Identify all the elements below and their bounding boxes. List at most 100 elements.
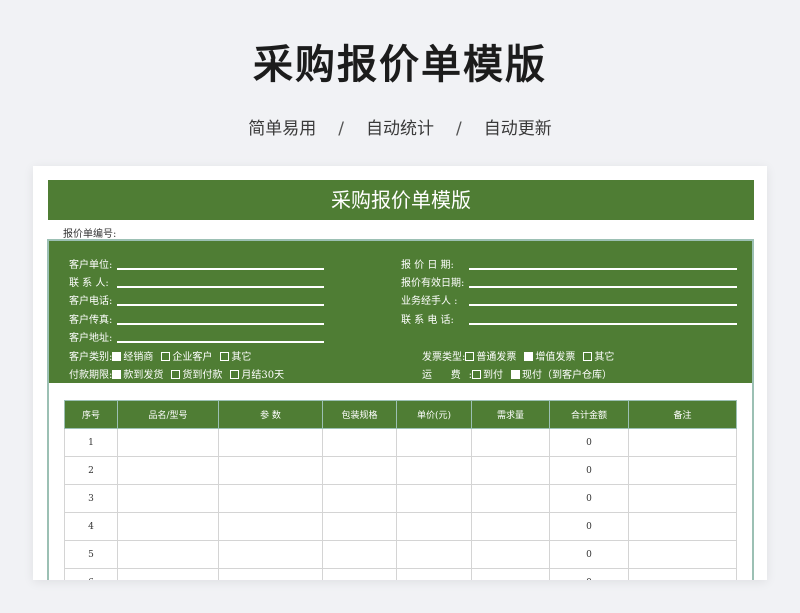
tag-easy: 简单易用	[248, 119, 317, 139]
table-cell[interactable]: 3	[64, 484, 118, 513]
table-cell[interactable]	[322, 568, 397, 580]
table-cell[interactable]	[471, 484, 550, 513]
field-underline[interactable]	[117, 268, 324, 270]
table-cell[interactable]	[396, 540, 472, 569]
table-cell[interactable]	[396, 512, 472, 541]
checkbox-normal-invoice[interactable]: 普通发票	[465, 352, 516, 363]
table-cell[interactable]	[471, 540, 550, 569]
table-cell[interactable]	[322, 428, 397, 457]
table-cell[interactable]	[396, 484, 472, 513]
col-header-quantity: 需求量	[471, 400, 550, 429]
table-cell[interactable]	[218, 568, 323, 580]
checkbox-icon[interactable]	[472, 370, 481, 379]
table-cell[interactable]	[117, 456, 219, 485]
col-header-total: 合计金额	[549, 400, 629, 429]
table-row: 30	[64, 484, 737, 513]
table-cell[interactable]	[471, 456, 550, 485]
form-frame: 客户单位: 联 系 人: 客户电话: 客户传真: 客户地址: 报 价 日 期: …	[47, 239, 754, 580]
table-cell[interactable]	[322, 512, 397, 541]
table-cell[interactable]: 4	[64, 512, 118, 541]
checked-box-icon[interactable]	[524, 352, 534, 361]
table-cell[interactable]: 0	[549, 512, 629, 541]
table-cell[interactable]	[218, 428, 323, 457]
field-underline[interactable]	[469, 268, 737, 270]
checkbox-vat-invoice[interactable]: 增值发票	[524, 352, 575, 363]
table-row: 50	[64, 540, 737, 569]
table-cell[interactable]	[396, 428, 472, 457]
table-cell[interactable]: 0	[549, 484, 629, 513]
table-cell[interactable]	[117, 512, 219, 541]
table-cell[interactable]	[322, 540, 397, 569]
option-label: 经销商	[123, 352, 154, 363]
table-cell[interactable]	[218, 540, 323, 569]
table-cell[interactable]: 5	[64, 540, 118, 569]
table-cell[interactable]: 1	[64, 428, 118, 457]
checkbox-dealer[interactable]: 经销商	[112, 352, 153, 363]
checkbox-icon[interactable]	[220, 352, 230, 361]
table-cell[interactable]	[117, 428, 219, 457]
checked-box-icon[interactable]	[112, 352, 122, 361]
checked-box-icon[interactable]	[112, 370, 122, 379]
table-cell[interactable]: 6	[64, 568, 118, 580]
field-label: 客户传真:	[69, 315, 113, 326]
checkbox-icon[interactable]	[171, 370, 181, 379]
option-label: 普通发票	[476, 352, 517, 363]
table-cell[interactable]	[628, 512, 737, 541]
table-cell[interactable]	[117, 484, 219, 513]
table-cell[interactable]: 0	[549, 568, 629, 580]
field-underline[interactable]	[117, 341, 324, 343]
field-underline[interactable]	[469, 304, 737, 306]
quote-number-label: 报价单编号:	[63, 229, 117, 240]
checkbox-enterprise[interactable]: 企业客户	[161, 352, 212, 363]
field-underline[interactable]	[117, 304, 324, 306]
table-cell[interactable]: 0	[549, 456, 629, 485]
table-cell[interactable]	[322, 484, 397, 513]
table-cell[interactable]	[628, 456, 737, 485]
field-underline[interactable]	[469, 323, 737, 325]
checkbox-other[interactable]: 其它	[220, 352, 251, 363]
table-cell[interactable]	[628, 540, 737, 569]
table-cell[interactable]	[471, 428, 550, 457]
option-label: 企业客户	[172, 352, 213, 363]
table-cell[interactable]: 0	[549, 540, 629, 569]
checkbox-other-invoice[interactable]: 其它	[583, 352, 614, 363]
checkbox-icon[interactable]	[583, 352, 593, 361]
table-row: 60	[64, 568, 737, 580]
field-underline[interactable]	[469, 286, 737, 288]
table-cell[interactable]	[628, 568, 737, 580]
checkbox-pay-before-ship[interactable]: 款到发货	[112, 370, 163, 381]
option-label: 月结30天	[241, 370, 285, 381]
table-cell[interactable]	[396, 568, 472, 580]
table-row: 20	[64, 456, 737, 485]
table-cell[interactable]	[218, 456, 323, 485]
table-cell[interactable]	[117, 568, 219, 580]
table-cell[interactable]	[396, 456, 472, 485]
table-cell[interactable]	[471, 568, 550, 580]
field-underline[interactable]	[117, 323, 324, 325]
table-cell[interactable]: 0	[549, 428, 629, 457]
table-cell[interactable]	[117, 540, 219, 569]
table-cell[interactable]: 2	[64, 456, 118, 485]
tag-separator: /	[338, 119, 344, 139]
option-label: 到付	[483, 370, 503, 381]
field-underline[interactable]	[117, 286, 324, 288]
table-cell[interactable]	[218, 484, 323, 513]
table-cell[interactable]	[322, 456, 397, 485]
page-title: 采购报价单模版	[253, 42, 547, 88]
checkbox-icon[interactable]	[230, 370, 240, 379]
table-cell[interactable]	[471, 512, 550, 541]
checkbox-freight-collect[interactable]: 到付	[472, 370, 503, 381]
table-cell[interactable]	[628, 484, 737, 513]
checkbox-monthly-30[interactable]: 月结30天	[230, 370, 284, 381]
table-cell[interactable]	[218, 512, 323, 541]
table-header-row: 序号 品名/型号 参 数 包装规格 单价(元) 需求量 合计金额 备注	[64, 400, 737, 429]
table-row: 10	[64, 428, 737, 457]
checkbox-freight-prepaid[interactable]: 现付（到客户仓库）	[511, 370, 612, 381]
option-label: 现付（到客户仓库）	[522, 370, 612, 381]
checkbox-pay-on-delivery[interactable]: 货到付款	[171, 370, 222, 381]
table-cell[interactable]	[628, 428, 737, 457]
checkbox-icon[interactable]	[465, 352, 475, 361]
checkbox-icon[interactable]	[161, 352, 171, 361]
tag-auto-update: 自动更新	[483, 119, 552, 139]
checked-box-icon[interactable]	[511, 370, 520, 379]
